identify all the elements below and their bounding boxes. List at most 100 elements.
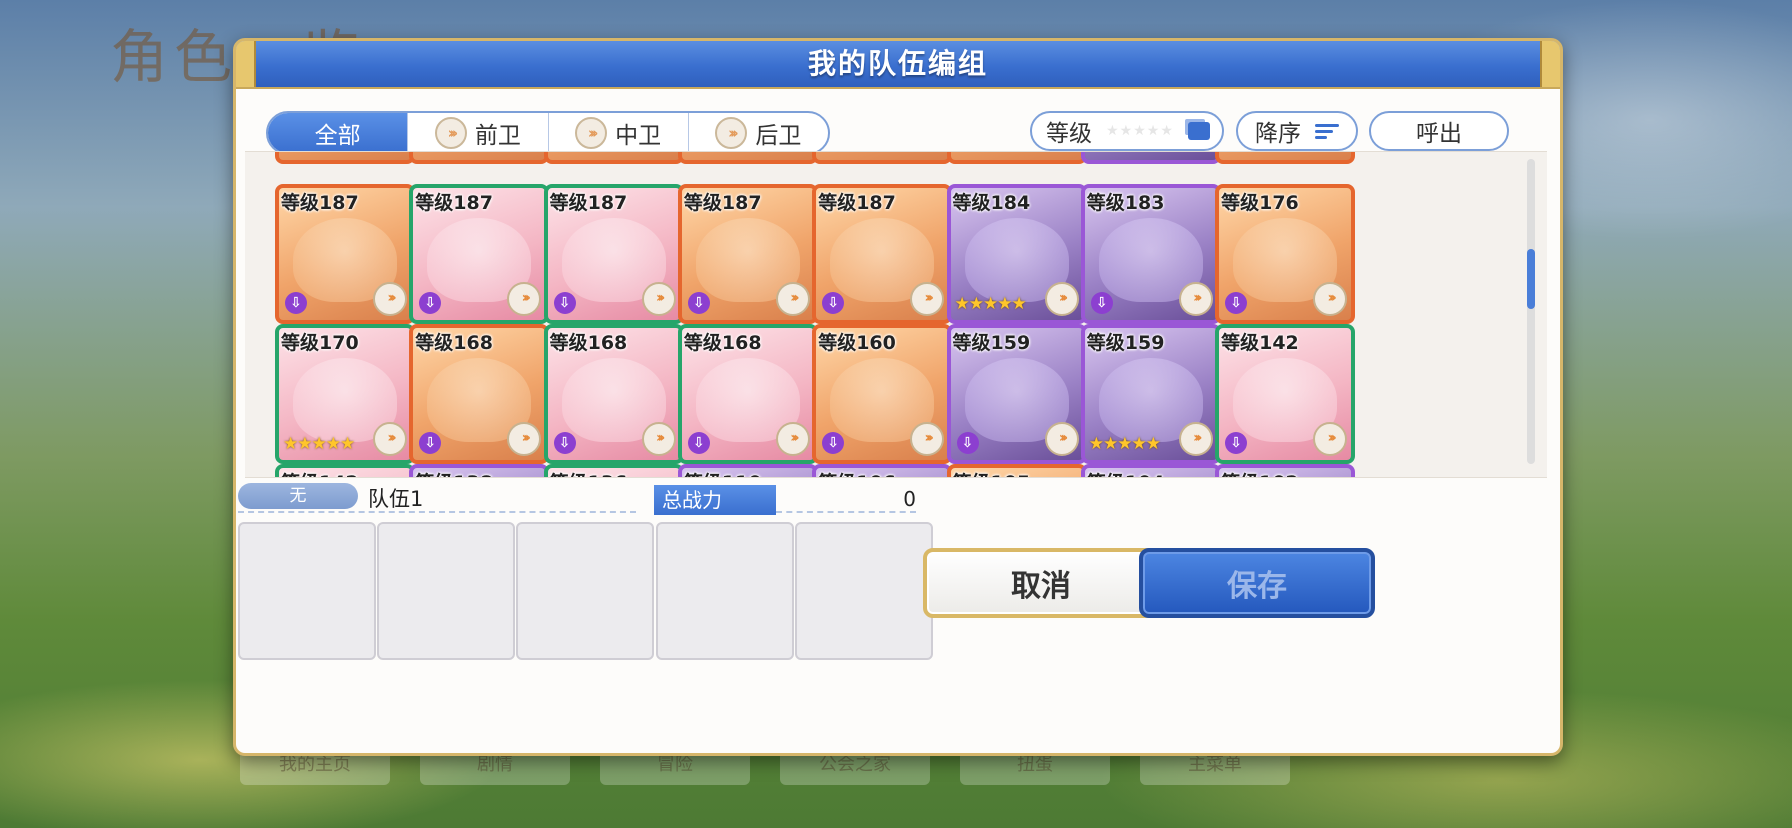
character-level: 等级187 [281,192,359,214]
sort-label: 等级 [1046,121,1092,147]
tab-vanguard[interactable]: ››› 前卫 [407,113,547,153]
character-level: 等级102 [1221,468,1299,477]
character-card[interactable]: 等级159 ★★★★★ ››› [1080,324,1221,464]
team-name: 队伍1 [368,487,424,511]
character-card[interactable]: 等级136⇩››› [543,464,684,477]
rarity-stars-icon: ★★★★★ [283,434,355,454]
character-grid[interactable]: 等级187 ⇩ ››› 等级187 ⇩ ››› 等级187 ⇩ ››› 等级187 ⇩ ››› 等级18… [245,151,1547,478]
scroll-thumb[interactable] [1527,249,1535,309]
unique-equip-icon: ⇩ [419,432,442,454]
team-slot-1[interactable] [238,522,376,660]
character-card-partial[interactable] [543,152,684,164]
character-card-partial[interactable] [677,152,818,164]
team-slot-2[interactable] [377,522,515,660]
character-level: 等级159 [1086,332,1165,354]
position-icon: ››› [1044,422,1079,456]
position-icon: ››› [373,282,407,316]
character-card[interactable]: 等级159 ⇩ ››› [946,324,1087,464]
ornament-left [236,41,256,87]
team-slot-5[interactable] [795,522,933,660]
character-card-partial[interactable] [409,152,550,164]
position-icon: ››› [641,282,676,316]
tab-rearguard[interactable]: ››› 后卫 [687,113,828,153]
position-icon: ››› [775,422,810,456]
character-card[interactable]: 等级176 ⇩ ››› [1215,184,1356,324]
unique-equip-icon: ⇩ [956,432,979,454]
tab-all[interactable]: 全部 [268,113,408,153]
role-filter-tabs: 全部 ››› 前卫 ››› 中卫 ››› 后卫 [266,111,830,155]
unique-equip-icon: ⇩ [822,292,845,314]
character-card[interactable]: 等级170 ★★★★★ ››› [275,324,415,464]
position-icon: ››› [507,282,542,316]
character-card[interactable]: 等级102⇩››› [1215,464,1356,477]
sort-by-level-button[interactable]: 等级 ★★★★★ [1030,111,1224,151]
tab-label: 后卫 [755,123,802,149]
character-card[interactable]: 等级187 ⇩ ››› [677,184,818,324]
divider [776,511,916,513]
character-card[interactable]: 等级142⇩››› [275,464,415,477]
position-icon: ››› [373,422,407,456]
position-icon: ››› [1044,282,1079,316]
character-card[interactable]: 等级168 ⇩ ››› [409,324,550,464]
character-card[interactable]: 等级187 ⇩ ››› [812,184,953,324]
call-button[interactable]: 呼出 [1369,111,1509,151]
character-card[interactable]: 等级168 ⇩ ››› [677,324,818,464]
character-card[interactable]: 等级184 ★★★★★ ››› [946,184,1087,324]
team-slot-4[interactable] [656,522,794,660]
character-card[interactable]: 等级104⇩››› [1080,464,1221,477]
sort-toggle-icon [1187,122,1210,140]
character-level: 等级142 [281,468,359,477]
character-card[interactable]: 等级105⇩››› [946,464,1087,477]
character-card[interactable]: 等级187 ⇩ ››› [543,184,684,324]
character-level: 等级183 [1086,192,1165,214]
character-level: 等级136 [550,468,628,477]
position-icon: ››› [1178,282,1213,316]
position-icon: ››› [1313,282,1348,316]
grid-scrollbar[interactable] [1527,159,1535,464]
character-card[interactable]: 等级168 ⇩ ››› [543,324,684,464]
total-power-label: 总战力 [654,485,776,515]
order-label: 降序 [1255,121,1301,147]
character-card[interactable]: 等级160 ⇩ ››› [812,324,953,464]
character-card[interactable]: 等级187 ⇩ ››› [409,184,550,324]
sort-order-button[interactable]: 降序 [1236,111,1358,151]
team-tag[interactable]: 无 [238,483,358,509]
save-button[interactable]: 保存 [1139,548,1375,618]
character-card-partial[interactable] [1080,152,1221,164]
character-card-partial[interactable] [812,152,953,164]
character-card[interactable]: 等级183 ⇩ ››› [1080,184,1221,324]
character-card[interactable]: 等级142⇩››› [1215,324,1356,464]
unique-equip-icon: ⇩ [687,432,710,454]
character-card-partial[interactable] [946,152,1087,164]
unique-equip-icon: ⇩ [419,292,442,314]
character-level: 等级184 [952,192,1031,214]
position-icon: ››› [910,422,945,456]
unique-equip-icon: ⇩ [1090,292,1113,314]
rarity-stars-icon: ★★★★★ [954,294,1027,314]
call-label: 呼出 [1416,121,1462,147]
position-icon: ››› [641,422,676,456]
rearguard-icon: ››› [715,117,748,149]
descending-icon [1315,123,1339,139]
character-card[interactable]: 等级138⇩››› [409,464,550,477]
unique-equip-icon: ⇩ [1225,292,1248,314]
character-card[interactable]: 等级110⇩››› [677,464,818,477]
character-card-partial[interactable] [275,152,415,164]
unique-equip-icon: ⇩ [553,432,576,454]
character-level: 等级142 [1221,332,1299,354]
unique-equip-icon: ⇩ [687,292,710,314]
character-card-partial[interactable] [1215,152,1356,164]
total-power-value: 0 [903,487,916,511]
character-level: 等级170 [281,332,359,354]
divider [238,511,636,513]
unique-equip-icon: ⇩ [822,432,845,454]
unique-equip-icon: ⇩ [285,292,307,314]
cancel-button[interactable]: 取消 [923,548,1159,618]
character-card[interactable]: 等级187 ⇩ ››› [275,184,415,324]
character-card[interactable]: 等级106⇩››› [812,464,953,477]
team-slot-3[interactable] [516,522,654,660]
faded-stars-icon: ★★★★★ [1106,123,1174,139]
character-level: 等级159 [952,332,1031,354]
tab-midguard[interactable]: ››› 中卫 [547,113,688,153]
character-level: 等级110 [684,468,762,477]
